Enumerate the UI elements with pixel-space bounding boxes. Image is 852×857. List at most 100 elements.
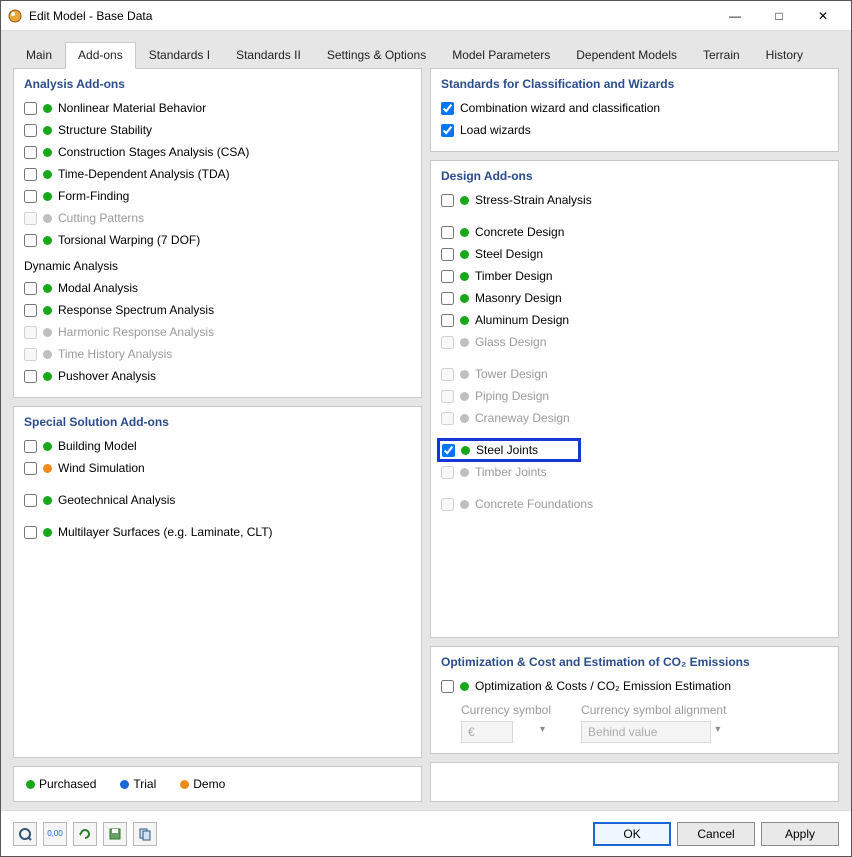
checkbox[interactable] [441, 226, 454, 239]
checkbox[interactable] [24, 146, 37, 159]
option-row: Stress-Strain Analysis [441, 189, 828, 211]
dot-icon [460, 250, 469, 259]
option-row: Concrete Foundations [441, 493, 828, 515]
checkbox[interactable] [441, 270, 454, 283]
tab-add-ons[interactable]: Add-ons [65, 42, 136, 69]
tool-copy-icon[interactable] [133, 822, 157, 846]
dot-icon [180, 780, 189, 789]
minimize-button[interactable]: — [713, 2, 757, 30]
checkbox-optimization[interactable] [441, 680, 454, 693]
tool-save-icon[interactable] [103, 822, 127, 846]
option-label: Timber Design [475, 269, 553, 283]
option-label: Time History Analysis [58, 347, 172, 361]
option-row: Piping Design [441, 385, 828, 407]
checkbox[interactable] [442, 444, 455, 457]
dot-icon [43, 306, 52, 315]
checkbox [441, 368, 454, 381]
alignment-label: Currency symbol alignment [581, 703, 726, 717]
special-addons-panel: Special Solution Add-ons Building ModelW… [13, 406, 422, 758]
checkbox[interactable] [24, 190, 37, 203]
checkbox[interactable] [441, 124, 454, 137]
panel-title: Standards for Classification and Wizards [441, 77, 828, 91]
dot-icon [460, 316, 469, 325]
option-label: Concrete Foundations [475, 497, 593, 511]
alignment-select[interactable]: Behind value [581, 721, 711, 743]
tab-standards-ii[interactable]: Standards II [223, 42, 314, 69]
dot-icon [43, 214, 52, 223]
option-row: Load wizards [441, 119, 828, 141]
dot-icon [460, 228, 469, 237]
cancel-button[interactable]: Cancel [677, 822, 755, 846]
dot-icon [43, 170, 52, 179]
checkbox[interactable] [24, 370, 37, 383]
checkbox[interactable] [24, 462, 37, 475]
maximize-button[interactable]: □ [757, 2, 801, 30]
dot-icon [43, 372, 52, 381]
option-label: Combination wizard and classification [460, 101, 660, 115]
checkbox[interactable] [24, 168, 37, 181]
checkbox[interactable] [24, 102, 37, 115]
tab-main[interactable]: Main [13, 42, 65, 69]
tab-history[interactable]: History [753, 42, 816, 69]
checkbox[interactable] [24, 282, 37, 295]
dot-icon [43, 284, 52, 293]
checkbox[interactable] [24, 440, 37, 453]
checkbox[interactable] [441, 314, 454, 327]
option-row: Timber Joints [441, 461, 828, 483]
checkbox[interactable] [24, 124, 37, 137]
checkbox[interactable] [24, 234, 37, 247]
option-label: Load wizards [460, 123, 531, 137]
option-label: Building Model [58, 439, 137, 453]
checkbox[interactable] [24, 494, 37, 507]
option-label: Response Spectrum Analysis [58, 303, 214, 317]
tab-standards-i[interactable]: Standards I [136, 42, 223, 69]
option-label: Stress-Strain Analysis [475, 193, 592, 207]
tool-help-icon[interactable] [13, 822, 37, 846]
tab-terrain[interactable]: Terrain [690, 42, 753, 69]
tab-dependent-models[interactable]: Dependent Models [563, 42, 690, 69]
dot-icon [461, 446, 470, 455]
checkbox[interactable] [24, 526, 37, 539]
checkbox [24, 326, 37, 339]
dot-icon [43, 350, 52, 359]
panel-title: Special Solution Add-ons [24, 415, 411, 429]
tab-settings-options[interactable]: Settings & Options [314, 42, 439, 69]
dot-icon [43, 104, 52, 113]
option-label: Cutting Patterns [58, 211, 144, 225]
option-label: Tower Design [475, 367, 548, 381]
dialog-window: Edit Model - Base Data — □ ✕ MainAdd-ons… [0, 0, 852, 857]
checkbox[interactable] [24, 304, 37, 317]
tool-reset-icon[interactable] [73, 822, 97, 846]
checkbox [441, 390, 454, 403]
option-row: Building Model [24, 435, 411, 457]
option-label: Geotechnical Analysis [58, 493, 175, 507]
close-button[interactable]: ✕ [801, 2, 845, 30]
option-label: Concrete Design [475, 225, 564, 239]
checkbox[interactable] [441, 194, 454, 207]
checkbox[interactable] [441, 292, 454, 305]
panel-title: Analysis Add-ons [24, 77, 411, 91]
option-label: Torsional Warping (7 DOF) [58, 233, 200, 247]
option-label: Construction Stages Analysis (CSA) [58, 145, 249, 159]
option-label: Glass Design [475, 335, 546, 349]
currency-select[interactable]: € [461, 721, 513, 743]
option-row: Nonlinear Material Behavior [24, 97, 411, 119]
tab-model-parameters[interactable]: Model Parameters [439, 42, 563, 69]
checkbox[interactable] [441, 248, 454, 261]
option-label: Multilayer Surfaces (e.g. Laminate, CLT) [58, 525, 273, 539]
apply-button[interactable]: Apply [761, 822, 839, 846]
ok-button[interactable]: OK [593, 822, 671, 846]
dot-icon [43, 126, 52, 135]
checkbox[interactable] [441, 102, 454, 115]
app-icon [7, 8, 23, 24]
option-row: Timber Design [441, 265, 828, 287]
option-row: Aluminum Design [441, 309, 828, 331]
tool-units-icon[interactable]: 0,00 [43, 822, 67, 846]
dot-icon [460, 338, 469, 347]
option-row: Cutting Patterns [24, 207, 411, 229]
standards-panel: Standards for Classification and Wizards… [430, 68, 839, 152]
option-label: Structure Stability [58, 123, 152, 137]
checkbox [441, 466, 454, 479]
option-row: Harmonic Response Analysis [24, 321, 411, 343]
currency-label: Currency symbol [461, 703, 551, 717]
